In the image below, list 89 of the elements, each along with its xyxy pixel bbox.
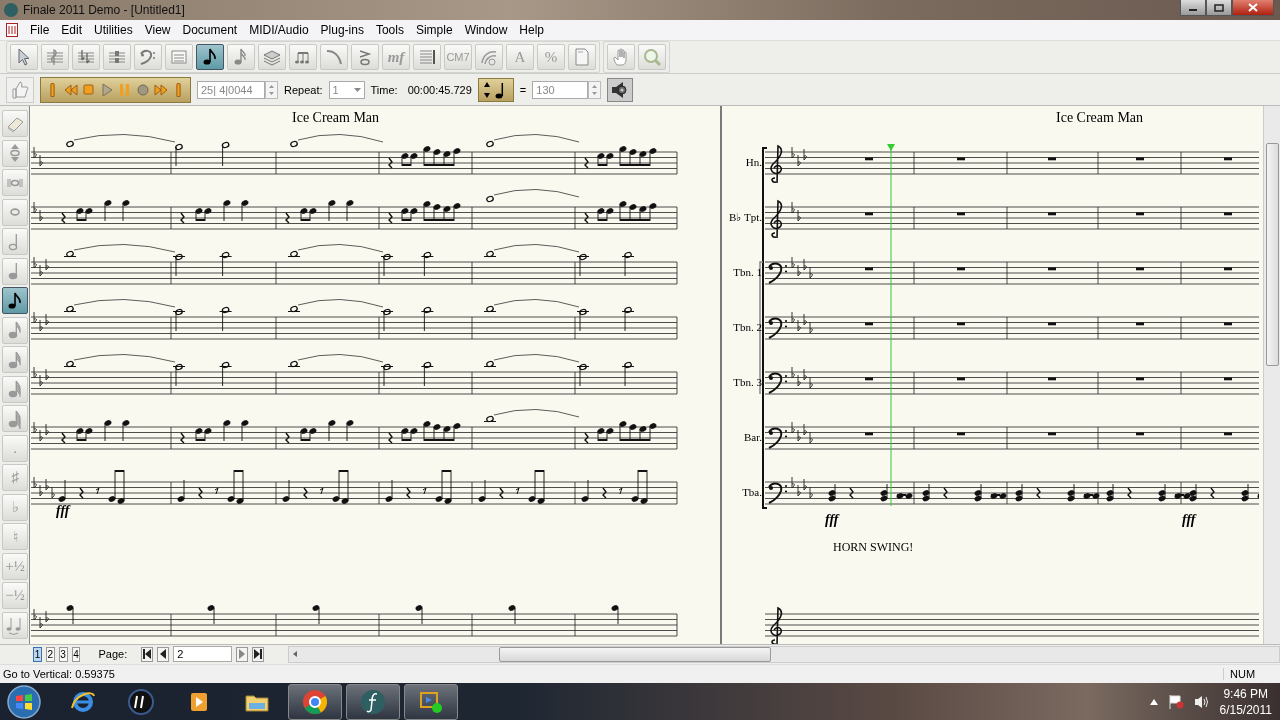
page-title: Ice Cream Man <box>1056 110 1144 127</box>
skip-to-start-icon <box>50 82 55 97</box>
clock-time: 9:46 PM <box>1222 685 1270 702</box>
staff-label: Tbn. 1 <box>732 266 762 279</box>
playback-cursor[interactable] <box>886 144 896 507</box>
maximize-icon <box>1214 3 1224 12</box>
menu-item[interactable]: Utilities <box>88 22 139 37</box>
page-title: Ice Cream Man <box>292 110 380 127</box>
taskbar-button[interactable] <box>288 683 342 720</box>
measure-field[interactable]: 25| 4|0044 <box>197 80 265 99</box>
minimize-button[interactable] <box>1180 0 1206 16</box>
speaker-button[interactable] <box>607 77 634 102</box>
spin-button[interactable] <box>588 80 602 99</box>
up-arrow-icon <box>1149 698 1158 705</box>
num-lock-indicator: NUM <box>1223 668 1280 681</box>
staff-label: B♭ Tpt. <box>728 211 762 225</box>
tool-button[interactable] <box>196 44 224 71</box>
dynamic-marking: fff <box>1182 512 1196 529</box>
window-title: Finale 2011 Demo - [Untitled1] <box>23 2 186 17</box>
page-tab[interactable]: 3 <box>58 646 68 662</box>
first-page-button[interactable] <box>141 646 154 662</box>
thumbs-up-icon <box>10 79 30 100</box>
expression-text: HORN SWING! <box>833 540 914 556</box>
page-tab[interactable]: 2 <box>45 646 55 662</box>
dropdown-arrow-icon <box>353 87 361 92</box>
page-tab[interactable]: 1 <box>33 646 42 662</box>
staff-label: Tbn. 2 <box>732 321 762 334</box>
previous-page-button[interactable] <box>157 646 170 662</box>
previous-page-icon <box>158 648 169 661</box>
chrome-icon <box>301 687 329 716</box>
menu-item[interactable]: Plug-ins <box>314 22 370 37</box>
maximize-button[interactable] <box>1206 0 1232 16</box>
menu-item[interactable]: View <box>138 22 177 37</box>
menu-item[interactable]: MIDI/Audio <box>243 22 315 37</box>
play-icon <box>99 80 114 99</box>
dynamic-marking: fff <box>56 503 70 520</box>
time-readout: 00:00:45.729 <box>407 83 472 96</box>
time-label: Time: <box>370 83 398 96</box>
app-icon <box>4 2 18 17</box>
magnifier-icon <box>642 47 662 68</box>
menu-item[interactable]: Window <box>458 22 514 37</box>
script-f-icon <box>359 687 387 716</box>
round-logo-icon <box>127 687 155 716</box>
last-page-button[interactable] <box>252 646 265 662</box>
taskbar-button[interactable] <box>404 683 458 720</box>
close-button[interactable] <box>1232 0 1274 16</box>
page-tab[interactable]: 4 <box>71 646 81 662</box>
menu-item[interactable]: Help <box>513 22 550 37</box>
taskbar-button[interactable] <box>346 683 400 720</box>
scrollbar-thumb[interactable] <box>499 646 772 662</box>
page-icon <box>572 47 592 68</box>
first-page-icon <box>142 648 153 661</box>
status-message: Go to Vertical: 0.59375 <box>3 668 115 681</box>
page-field[interactable]: 2 <box>173 646 233 663</box>
horizontal-scrollbar[interactable] <box>288 645 1280 663</box>
tool-button[interactable] <box>2 287 28 315</box>
menu-item[interactable]: Document <box>176 22 244 37</box>
last-page-icon <box>253 648 264 661</box>
menu-item[interactable]: File <box>24 22 56 37</box>
thumbs-up-button[interactable] <box>6 76 34 103</box>
staff-label: Hn. <box>744 156 762 169</box>
staff-label: Tbn. 3 <box>732 376 762 389</box>
tempo-field[interactable]: 130 <box>532 80 589 99</box>
start-button[interactable] <box>6 683 42 720</box>
menu-item[interactable]: Tools <box>369 22 410 37</box>
treble-staff-icon <box>45 47 65 68</box>
clock-date: 6/15/2011 <box>1219 701 1272 718</box>
repeat-label: Repeat: <box>284 83 323 96</box>
close-icon <box>1248 3 1258 12</box>
spin-button[interactable] <box>265 80 278 99</box>
staff-label: Bar. <box>742 431 762 444</box>
equals-sign: = <box>519 83 527 96</box>
whole-note-icon <box>10 208 20 217</box>
vertical-scrollbar[interactable] <box>1263 106 1280 644</box>
dropdown-value: 1 <box>332 83 339 96</box>
menu-item[interactable]: Edit <box>55 22 89 37</box>
dynamic-marking: fff <box>825 512 839 529</box>
tempo-note-button[interactable] <box>477 77 514 102</box>
playback-button[interactable] <box>99 80 114 99</box>
skip-to-end-icon <box>176 82 181 97</box>
menu-item[interactable]: Simple <box>409 22 459 37</box>
staff-label: Tba. <box>741 486 762 499</box>
document-icon[interactable] <box>6 22 18 37</box>
speaker-icon <box>1193 693 1210 710</box>
action-center-flag-icon <box>1167 693 1184 710</box>
scrollbar-thumb[interactable] <box>1266 143 1279 367</box>
repeat-dropdown[interactable]: 1 <box>328 80 365 99</box>
bass-clef-icon <box>138 47 158 68</box>
page-label: Page: <box>98 648 128 661</box>
